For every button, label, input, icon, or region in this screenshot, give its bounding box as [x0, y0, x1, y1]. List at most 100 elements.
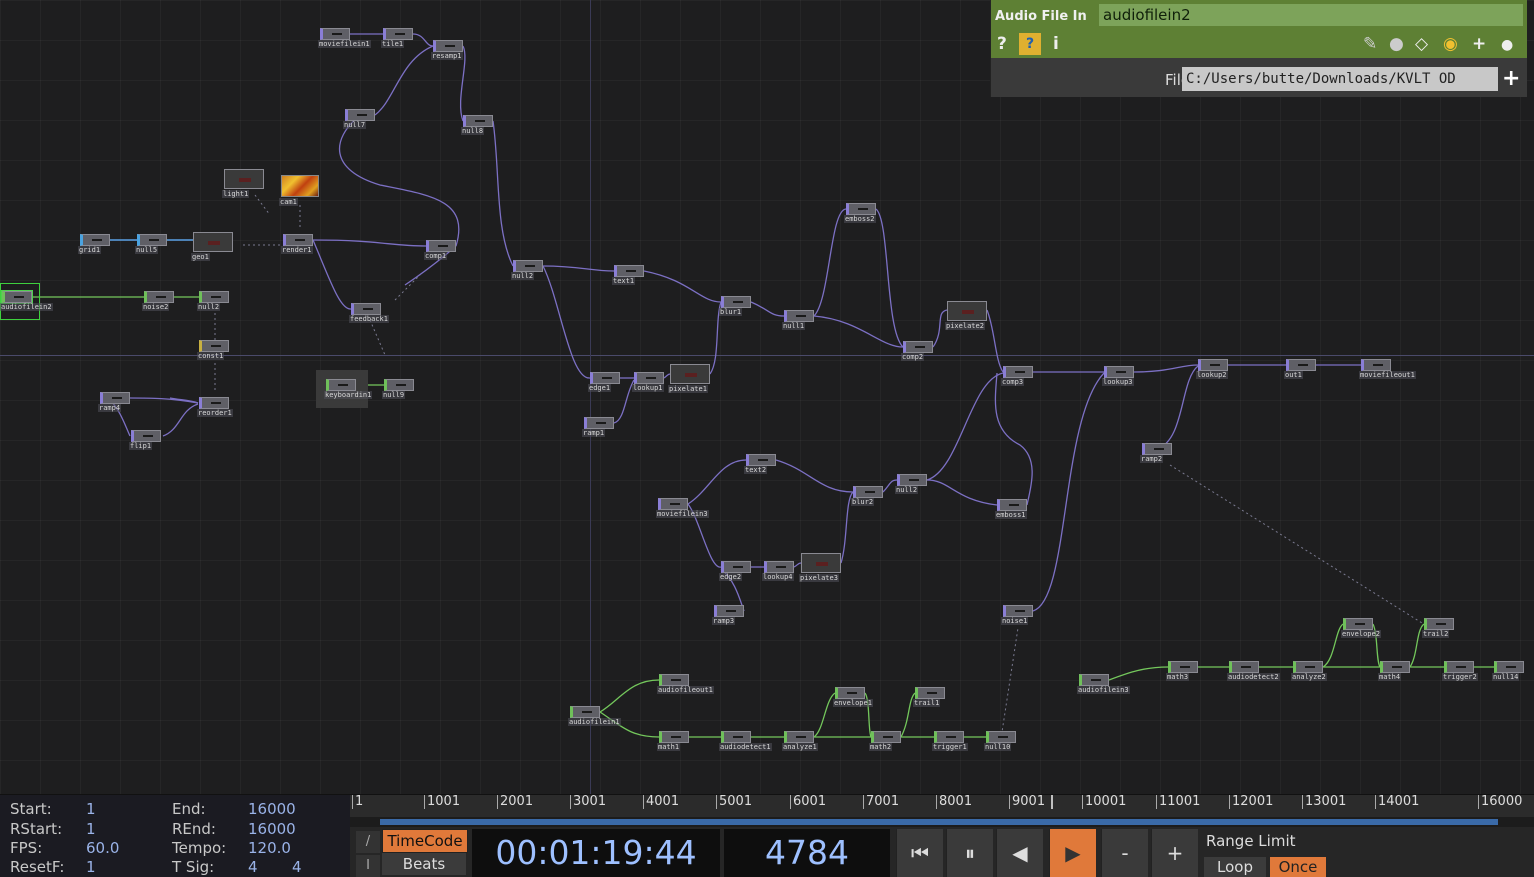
node-analyze1[interactable]: analyze1: [782, 731, 818, 751]
tsig-numerator[interactable]: 4: [248, 858, 258, 876]
node-trigger1[interactable]: trigger1: [932, 731, 968, 751]
python-help-icon[interactable]: ?: [1019, 33, 1041, 55]
file-path-field[interactable]: C:/Users/butte/Downloads/KVLT OD: [1182, 67, 1498, 91]
node-emboss1[interactable]: emboss1: [995, 499, 1027, 519]
node-null2[interactable]: null2: [197, 291, 229, 311]
node-envelope2[interactable]: envelope2: [1341, 618, 1381, 638]
range-scrollbar-fill[interactable]: [380, 819, 1498, 825]
node-audiodetect2[interactable]: audiodetect2: [1227, 661, 1280, 681]
loop-button[interactable]: Loop: [1204, 857, 1266, 877]
node-edge2[interactable]: edge2: [719, 561, 751, 581]
comment-icon[interactable]: ●: [1389, 34, 1404, 54]
node-tile1[interactable]: tile1: [381, 28, 413, 48]
node-audiofileout1[interactable]: audiofileout1: [657, 674, 714, 694]
node-null14[interactable]: null14: [1492, 661, 1524, 681]
play-forward-icon[interactable]: ▶: [1049, 829, 1096, 877]
node-grid1[interactable]: grid1: [78, 234, 110, 254]
beats-button[interactable]: Beats: [382, 853, 466, 875]
node-null9[interactable]: null9: [382, 379, 414, 399]
info-icon[interactable]: i: [1053, 34, 1059, 54]
tempo-value[interactable]: 120.0: [248, 839, 291, 857]
node-text1[interactable]: text1: [612, 265, 644, 285]
node-cam1[interactable]: cam1: [279, 175, 319, 206]
frame-display[interactable]: 4784: [724, 829, 890, 877]
frame-ruler[interactable]: 1 1001 2001 3001 4001 5001 6001 7001 800…: [350, 795, 1534, 818]
step-back-button[interactable]: -: [1101, 829, 1148, 877]
add-icon[interactable]: +: [1472, 34, 1486, 54]
node-pixelate3[interactable]: pixelate3: [799, 553, 841, 582]
node-ramp2[interactable]: ramp2: [1140, 443, 1172, 463]
node-out1[interactable]: out1: [1284, 359, 1316, 379]
timecode-display[interactable]: 00:01:19:44: [472, 829, 720, 877]
node-emboss2[interactable]: emboss2: [844, 203, 876, 223]
node-edge1[interactable]: edge1: [588, 372, 620, 392]
node-pixelate2[interactable]: pixelate2: [945, 301, 987, 330]
node-moviefilein1[interactable]: moviefilein1: [318, 28, 371, 48]
node-math2[interactable]: math2: [869, 731, 901, 751]
node-flip1[interactable]: flip1: [129, 430, 161, 450]
node-resample1[interactable]: resamp1: [431, 40, 463, 60]
node-lookup3[interactable]: lookup3: [1102, 366, 1134, 386]
node-null8[interactable]: null8: [461, 115, 493, 135]
node-null12[interactable]: null2: [511, 260, 543, 280]
rend-value[interactable]: 16000: [248, 820, 296, 838]
node-trigger2[interactable]: trigger2: [1442, 661, 1478, 681]
record-icon[interactable]: ●: [1501, 37, 1513, 53]
playhead[interactable]: [1051, 795, 1053, 809]
rewind-icon[interactable]: ⏮: [896, 829, 943, 877]
resetf-value[interactable]: 1: [86, 858, 96, 876]
node-moviefilein3[interactable]: moviefilein3: [656, 498, 709, 518]
node-envelope1[interactable]: envelope1: [833, 687, 873, 707]
node-text2[interactable]: text2: [744, 454, 776, 474]
end-value[interactable]: 16000: [248, 800, 296, 818]
pause-icon[interactable]: ⏸: [946, 829, 993, 877]
start-value[interactable]: 1: [86, 800, 96, 818]
node-keyboardin1[interactable]: keyboardin1: [324, 379, 373, 399]
node-null7[interactable]: null7: [343, 109, 375, 129]
node-null5[interactable]: null5: [135, 234, 167, 254]
node-lookup4[interactable]: lookup4: [762, 561, 794, 581]
network-editor[interactable]: moviefilein1 tile1 resamp1 null7 null8 l…: [0, 0, 1534, 794]
node-feedback1[interactable]: feedback1: [349, 303, 389, 323]
node-null13[interactable]: null2: [895, 474, 927, 494]
node-trail1[interactable]: trail1: [913, 687, 945, 707]
tsig-denominator[interactable]: 4: [292, 858, 302, 876]
range-scrollbar[interactable]: [350, 817, 1534, 827]
node-blur2[interactable]: blur2: [851, 486, 883, 506]
once-button[interactable]: Once: [1270, 857, 1326, 877]
node-comp3[interactable]: comp3: [1001, 366, 1033, 386]
node-lookup1[interactable]: lookup1: [632, 372, 664, 392]
file-browse-icon[interactable]: +: [1502, 66, 1520, 91]
timeline-cursor-icon[interactable]: I: [356, 855, 380, 877]
node-comp1[interactable]: comp1: [424, 240, 456, 260]
node-light1[interactable]: light1: [222, 169, 264, 198]
node-ramp4[interactable]: ramp4: [98, 392, 130, 412]
node-trail2[interactable]: trail2: [1422, 618, 1454, 638]
step-forward-button[interactable]: +: [1151, 829, 1198, 877]
node-ramp1[interactable]: ramp1: [582, 417, 614, 437]
node-audiodetect1[interactable]: audiodetect1: [719, 731, 772, 751]
node-math3[interactable]: math3: [1166, 661, 1198, 681]
node-null10[interactable]: null10: [984, 731, 1016, 751]
node-constant1[interactable]: const1: [197, 340, 229, 360]
node-comp2[interactable]: comp2: [901, 341, 933, 361]
node-noise1[interactable]: noise1: [1001, 605, 1033, 625]
node-blur1[interactable]: blur1: [719, 296, 751, 316]
python-icon[interactable]: ◉: [1443, 34, 1458, 54]
rstart-value[interactable]: 1: [86, 820, 96, 838]
node-ramp3[interactable]: ramp3: [712, 605, 744, 625]
node-analyze2[interactable]: analyze2: [1291, 661, 1327, 681]
node-noise2[interactable]: noise2: [142, 291, 174, 311]
node-reorder1[interactable]: reorder1: [197, 397, 233, 417]
node-audiofilein2[interactable]: audiofilein2: [0, 283, 53, 320]
fps-value[interactable]: 60.0: [86, 839, 119, 857]
help-icon[interactable]: ?: [997, 34, 1007, 54]
node-math1[interactable]: math1: [657, 731, 689, 751]
node-audiofilein3[interactable]: audiofilein3: [1077, 674, 1130, 694]
node-render1[interactable]: render1: [281, 234, 313, 254]
node-lookup2[interactable]: lookup2: [1196, 359, 1228, 379]
node-math4[interactable]: math4: [1378, 661, 1410, 681]
node-audiofilein1[interactable]: audiofilein1: [568, 706, 621, 726]
node-null11[interactable]: null1: [782, 310, 814, 330]
node-geo1[interactable]: geo1: [191, 232, 233, 261]
